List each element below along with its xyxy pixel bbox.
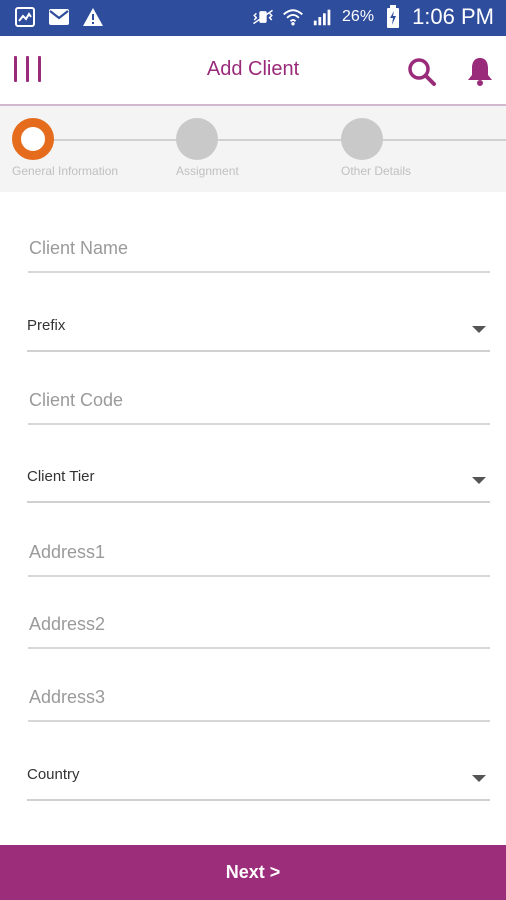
battery-charging-icon — [382, 5, 404, 28]
country-label: Country — [27, 766, 80, 783]
warning-icon — [82, 6, 104, 28]
chevron-down-icon — [472, 477, 486, 484]
clock: 1:06 PM — [412, 4, 494, 29]
app-bar: Add Client — [0, 36, 506, 106]
address1-field[interactable]: Address1 — [28, 530, 490, 577]
address3-field[interactable]: Address3 — [28, 674, 490, 722]
client-name-placeholder: Client Name — [29, 238, 129, 258]
client-code-field[interactable]: Client Code — [28, 378, 490, 425]
status-left-icons — [14, 6, 104, 28]
client-name-field[interactable]: Client Name — [28, 226, 490, 273]
gmail-icon — [48, 6, 70, 28]
stepper-track — [34, 139, 506, 141]
address2-placeholder: Address2 — [29, 614, 106, 634]
prefix-dropdown[interactable]: Prefix — [27, 300, 490, 352]
step-label-other-details: Other Details — [341, 164, 412, 178]
client-tier-dropdown[interactable]: Client Tier — [27, 451, 490, 503]
client-code-placeholder: Client Code — [29, 390, 124, 410]
chevron-down-icon — [472, 775, 486, 782]
step-general-information-indicator[interactable] — [12, 118, 54, 160]
signal-icon — [312, 6, 334, 28]
chevron-down-icon — [472, 326, 486, 333]
status-bar: 26% 1:06 PM — [0, 0, 506, 36]
image-icon — [14, 6, 36, 28]
address3-placeholder: Address3 — [29, 687, 106, 707]
bell-icon[interactable] — [466, 56, 494, 86]
step-label-assignment: Assignment — [176, 164, 239, 178]
step-assignment-indicator[interactable] — [176, 118, 218, 160]
status-right: 26% 1:06 PM — [252, 4, 494, 30]
address2-field[interactable]: Address2 — [28, 602, 490, 649]
progress-stepper: General Information Assignment Other Det… — [0, 106, 506, 192]
next-button[interactable]: Next > — [0, 845, 506, 900]
step-label-general-information: General Information — [12, 164, 119, 178]
step-other-details-indicator[interactable] — [341, 118, 383, 160]
vibrate-icon — [252, 6, 274, 28]
country-dropdown[interactable]: Country — [27, 748, 490, 801]
search-icon[interactable] — [406, 56, 438, 88]
next-field-peek — [28, 838, 40, 853]
prefix-label: Prefix — [27, 317, 66, 334]
address1-placeholder: Address1 — [29, 542, 106, 562]
battery-percent: 26% — [342, 8, 375, 25]
wifi-icon — [282, 6, 304, 28]
client-tier-label: Client Tier — [27, 468, 95, 485]
